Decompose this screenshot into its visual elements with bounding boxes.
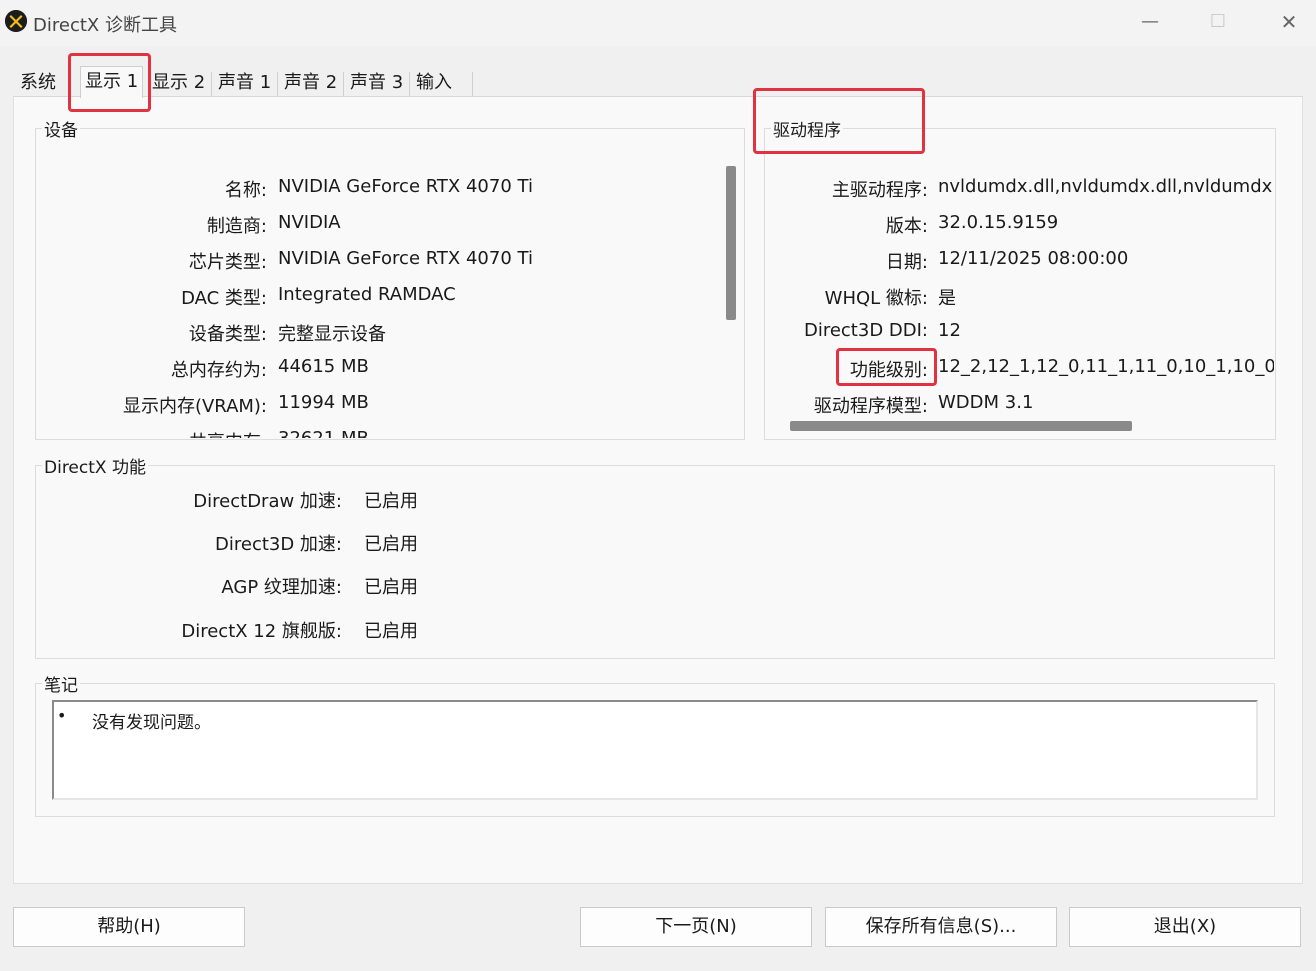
tab-system[interactable]: 系统 <box>18 70 58 96</box>
dx12-ultimate-value: 已启用 <box>364 621 418 642</box>
tab-sound-1[interactable]: 声音 1 <box>216 70 273 96</box>
notes-bullet: • <box>57 706 67 725</box>
close-icon[interactable]: ✕ <box>1275 8 1303 36</box>
agp-texture-accel-label: AGP 纹理加速: <box>221 577 342 598</box>
tab-separator <box>277 72 278 96</box>
date-label: 日期: <box>885 252 928 273</box>
directx-features-title: DirectX 功能 <box>42 453 148 478</box>
vram-label: 显示内存(VRAM): <box>122 396 267 417</box>
chip-type-value: NVIDIA GeForce RTX 4070 Ti <box>278 248 533 269</box>
manufacturer-value: NVIDIA <box>278 212 341 233</box>
total-memory-label: 总内存约为: <box>170 360 267 381</box>
tab-separator <box>472 72 473 96</box>
shared-memory-value: 32621 MB <box>278 428 369 438</box>
whql-label: WHQL 徽标: <box>824 288 928 309</box>
driver-model-label: 驱动程序模型: <box>813 396 928 417</box>
tab-divider <box>13 96 1303 97</box>
save-all-info-button[interactable]: 保存所有信息(S)... <box>825 907 1057 947</box>
tab-separator <box>409 72 410 96</box>
tab-separator <box>343 72 344 96</box>
direct3d-accel-label: Direct3D 加速: <box>215 534 342 555</box>
tab-sound-3[interactable]: 声音 3 <box>348 70 405 96</box>
active-tab-highlight <box>68 53 151 112</box>
date-value: 12/11/2025 08:00:00 <box>938 248 1129 269</box>
minimize-icon[interactable]: — <box>1136 8 1164 36</box>
notes-title: 笔记 <box>42 671 80 696</box>
dac-type-value: Integrated RAMDAC <box>278 284 456 305</box>
driver-horizontal-scrollbar-thumb[interactable] <box>790 421 1132 431</box>
maximize-icon[interactable]: ☐ <box>1204 8 1232 36</box>
whql-value: 是 <box>938 288 956 309</box>
notes-item: 没有发现问题。 <box>92 713 211 733</box>
tab-sound-2[interactable]: 声音 2 <box>282 70 339 96</box>
version-label: 版本: <box>885 216 928 237</box>
device-group-title: 设备 <box>42 116 80 141</box>
tab-input[interactable]: 输入 <box>414 70 454 96</box>
device-scrollbar-thumb[interactable] <box>726 166 736 320</box>
direct3d-accel-value: 已启用 <box>364 534 418 555</box>
total-memory-value: 44615 MB <box>278 356 369 377</box>
window-title: DirectX 诊断工具 <box>33 15 177 36</box>
manufacturer-label: 制造商: <box>206 216 267 237</box>
device-info-list[interactable]: 名称: NVIDIA GeForce RTX 4070 Ti 制造商: NVID… <box>37 170 717 438</box>
main-driver-label: 主驱动程序: <box>831 180 928 201</box>
device-name-label: 名称: <box>224 180 267 201</box>
directx-x-icon <box>5 10 27 32</box>
dx12-ultimate-label: DirectX 12 旗舰版: <box>181 621 342 642</box>
driver-model-value: WDDM 3.1 <box>938 392 1034 413</box>
tab-separator <box>211 72 212 96</box>
title-bar[interactable] <box>0 0 1316 46</box>
tab-display-2[interactable]: 显示 2 <box>150 70 207 96</box>
feature-levels-highlight <box>836 348 937 386</box>
vram-value: 11994 MB <box>278 392 369 413</box>
exit-button[interactable]: 退出(X) <box>1069 907 1301 947</box>
d3d-ddi-value: 12 <box>938 320 961 341</box>
shared-memory-label: 共享内存: <box>189 428 267 438</box>
main-driver-value: nvldumdx.dll,nvldumdx.dll,nvldumdx.dll,n… <box>938 176 1274 197</box>
device-name-value: NVIDIA GeForce RTX 4070 Ti <box>278 176 533 197</box>
chip-type-label: 芯片类型: <box>188 252 267 273</box>
d3d-ddi-label: Direct3D DDI: <box>803 320 928 341</box>
notes-textbox[interactable]: • 没有发现问题。 <box>52 700 1258 800</box>
help-button[interactable]: 帮助(H) <box>13 907 245 947</box>
driver-title-highlight <box>753 88 925 154</box>
feature-levels-value: 12_2,12_1,12_0,11_1,11_0,10_1,10_0,9_3,9… <box>938 356 1274 377</box>
version-value: 32.0.15.9159 <box>938 212 1059 233</box>
device-type-value: 完整显示设备 <box>278 324 386 345</box>
next-page-button[interactable]: 下一页(N) <box>580 907 812 947</box>
device-type-label: 设备类型: <box>188 324 267 345</box>
agp-texture-accel-value: 已启用 <box>364 577 418 598</box>
dac-type-label: DAC 类型: <box>181 288 267 309</box>
directdraw-accel-label: DirectDraw 加速: <box>193 491 342 512</box>
directdraw-accel-value: 已启用 <box>364 491 418 512</box>
